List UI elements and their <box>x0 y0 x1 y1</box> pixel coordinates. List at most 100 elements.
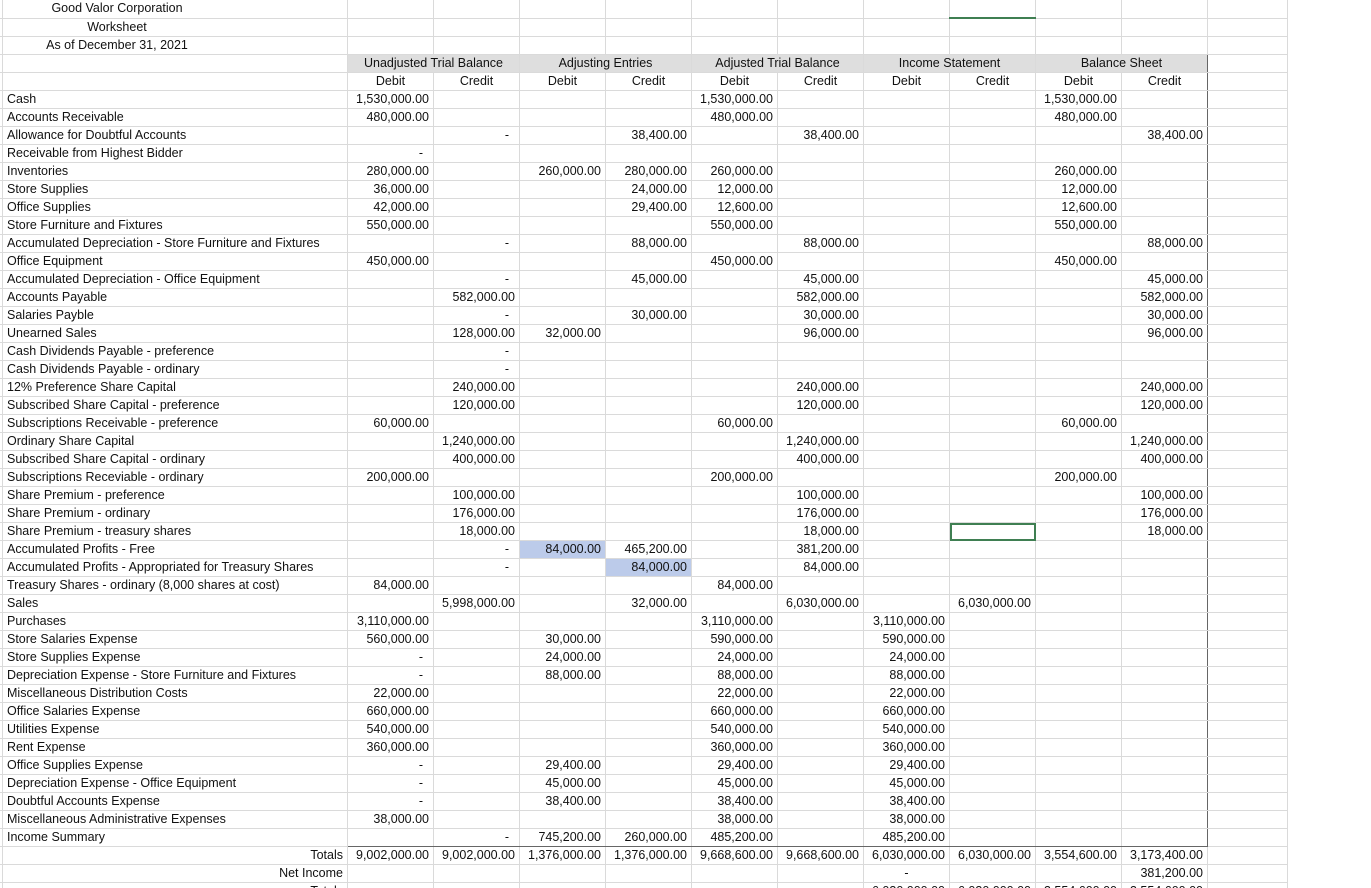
account-name[interactable]: 12% Preference Share Capital <box>2 378 348 397</box>
empty-cell[interactable] <box>1035 792 1122 811</box>
empty-cell[interactable] <box>433 810 520 829</box>
empty-cell[interactable] <box>777 630 864 649</box>
account-name[interactable]: Store Salaries Expense <box>2 630 348 649</box>
empty-cell[interactable] <box>777 342 864 361</box>
amount-cell[interactable]: 45,000.00 <box>519 774 606 793</box>
empty-cell[interactable] <box>605 720 692 739</box>
empty-cell[interactable] <box>949 828 1036 847</box>
total-cell[interactable]: 6,030,000.00 <box>949 882 1036 888</box>
empty-cell[interactable] <box>691 540 778 559</box>
amount-cell[interactable]: 550,000.00 <box>1035 216 1122 235</box>
amount-cell[interactable]: 45,000.00 <box>863 774 950 793</box>
empty-cell[interactable] <box>1207 828 1288 847</box>
empty-cell[interactable] <box>863 18 950 37</box>
empty-cell[interactable] <box>1035 324 1122 343</box>
amount-cell[interactable]: 260,000.00 <box>519 162 606 181</box>
empty-cell[interactable] <box>1207 378 1288 397</box>
empty-cell[interactable] <box>1207 234 1288 253</box>
empty-cell[interactable] <box>863 414 950 433</box>
empty-cell[interactable] <box>949 720 1036 739</box>
empty-cell[interactable] <box>605 0 692 19</box>
empty-cell[interactable] <box>949 108 1036 127</box>
empty-cell[interactable] <box>1121 558 1208 577</box>
empty-cell[interactable] <box>863 234 950 253</box>
amount-cell[interactable]: 88,000.00 <box>1121 234 1208 253</box>
amount-cell[interactable]: 400,000.00 <box>777 450 864 469</box>
empty-cell[interactable] <box>1207 702 1288 721</box>
empty-cell[interactable] <box>691 864 778 883</box>
amount-cell[interactable]: 29,400.00 <box>519 756 606 775</box>
empty-cell[interactable] <box>1207 306 1288 325</box>
amount-cell[interactable]: 480,000.00 <box>347 108 434 127</box>
empty-cell[interactable] <box>863 486 950 505</box>
account-name[interactable]: Share Premium - preference <box>2 486 348 505</box>
account-name[interactable]: Office Supplies <box>2 198 348 217</box>
amount-cell[interactable]: 120,000.00 <box>433 396 520 415</box>
amount-cell[interactable]: 745,200.00 <box>519 828 606 847</box>
empty-cell[interactable] <box>1035 810 1122 829</box>
amount-cell[interactable]: 30,000.00 <box>1121 306 1208 325</box>
empty-cell[interactable] <box>605 468 692 487</box>
empty-cell[interactable] <box>1207 180 1288 199</box>
empty-cell[interactable] <box>691 234 778 253</box>
empty-cell[interactable] <box>1207 450 1288 469</box>
empty-cell[interactable] <box>777 864 864 883</box>
empty-cell[interactable] <box>1207 414 1288 433</box>
empty-cell[interactable] <box>863 162 950 181</box>
account-name[interactable]: Store Furniture and Fixtures <box>2 216 348 235</box>
empty-cell[interactable] <box>347 378 434 397</box>
empty-cell[interactable] <box>949 18 1036 37</box>
total-cell[interactable]: 9,668,600.00 <box>777 846 864 865</box>
empty-cell[interactable] <box>433 612 520 631</box>
empty-cell[interactable] <box>1035 360 1122 379</box>
empty-cell[interactable] <box>1035 288 1122 307</box>
empty-cell[interactable] <box>1121 540 1208 559</box>
amount-cell[interactable]: - <box>433 234 520 253</box>
empty-cell[interactable] <box>949 522 1036 541</box>
amount-cell[interactable]: 582,000.00 <box>777 288 864 307</box>
empty-cell[interactable] <box>605 648 692 667</box>
empty-cell[interactable] <box>1035 756 1122 775</box>
amount-cell[interactable]: 88,000.00 <box>863 666 950 685</box>
empty-cell[interactable] <box>777 738 864 757</box>
empty-cell[interactable] <box>1035 396 1122 415</box>
empty-cell[interactable] <box>1207 738 1288 757</box>
amount-cell[interactable]: 582,000.00 <box>433 288 520 307</box>
empty-cell[interactable] <box>1121 756 1208 775</box>
empty-cell[interactable] <box>347 522 434 541</box>
empty-cell[interactable] <box>605 738 692 757</box>
empty-cell[interactable] <box>863 504 950 523</box>
empty-cell[interactable] <box>1121 684 1208 703</box>
amount-cell[interactable]: 5,998,000.00 <box>433 594 520 613</box>
account-name[interactable]: Doubtful Accounts Expense <box>2 792 348 811</box>
empty-cell[interactable] <box>1035 666 1122 685</box>
empty-cell[interactable] <box>347 558 434 577</box>
empty-cell[interactable] <box>691 432 778 451</box>
amount-cell[interactable]: 176,000.00 <box>1121 504 1208 523</box>
empty-cell[interactable] <box>519 288 606 307</box>
empty-cell[interactable] <box>1121 0 1208 19</box>
empty-cell[interactable] <box>605 486 692 505</box>
amount-cell[interactable]: 560,000.00 <box>347 630 434 649</box>
account-name[interactable]: Subscriptions Receviable - ordinary <box>2 468 348 487</box>
account-name[interactable]: Store Supplies <box>2 180 348 199</box>
empty-cell[interactable] <box>605 18 692 37</box>
empty-cell[interactable] <box>1207 810 1288 829</box>
empty-cell[interactable] <box>433 18 520 37</box>
amount-cell[interactable]: 176,000.00 <box>777 504 864 523</box>
empty-cell[interactable] <box>777 684 864 703</box>
empty-cell[interactable] <box>347 882 434 888</box>
amount-cell[interactable]: 550,000.00 <box>347 216 434 235</box>
amount-cell[interactable]: 6,030,000.00 <box>777 594 864 613</box>
empty-cell[interactable] <box>1207 720 1288 739</box>
empty-cell[interactable] <box>605 324 692 343</box>
amount-cell[interactable]: 660,000.00 <box>863 702 950 721</box>
empty-cell[interactable] <box>949 126 1036 145</box>
empty-cell[interactable] <box>519 180 606 199</box>
empty-cell[interactable] <box>777 756 864 775</box>
empty-cell[interactable] <box>949 612 1036 631</box>
amount-cell[interactable]: 400,000.00 <box>1121 450 1208 469</box>
empty-cell[interactable] <box>519 702 606 721</box>
amount-cell[interactable]: 400,000.00 <box>433 450 520 469</box>
amount-cell[interactable]: 240,000.00 <box>433 378 520 397</box>
